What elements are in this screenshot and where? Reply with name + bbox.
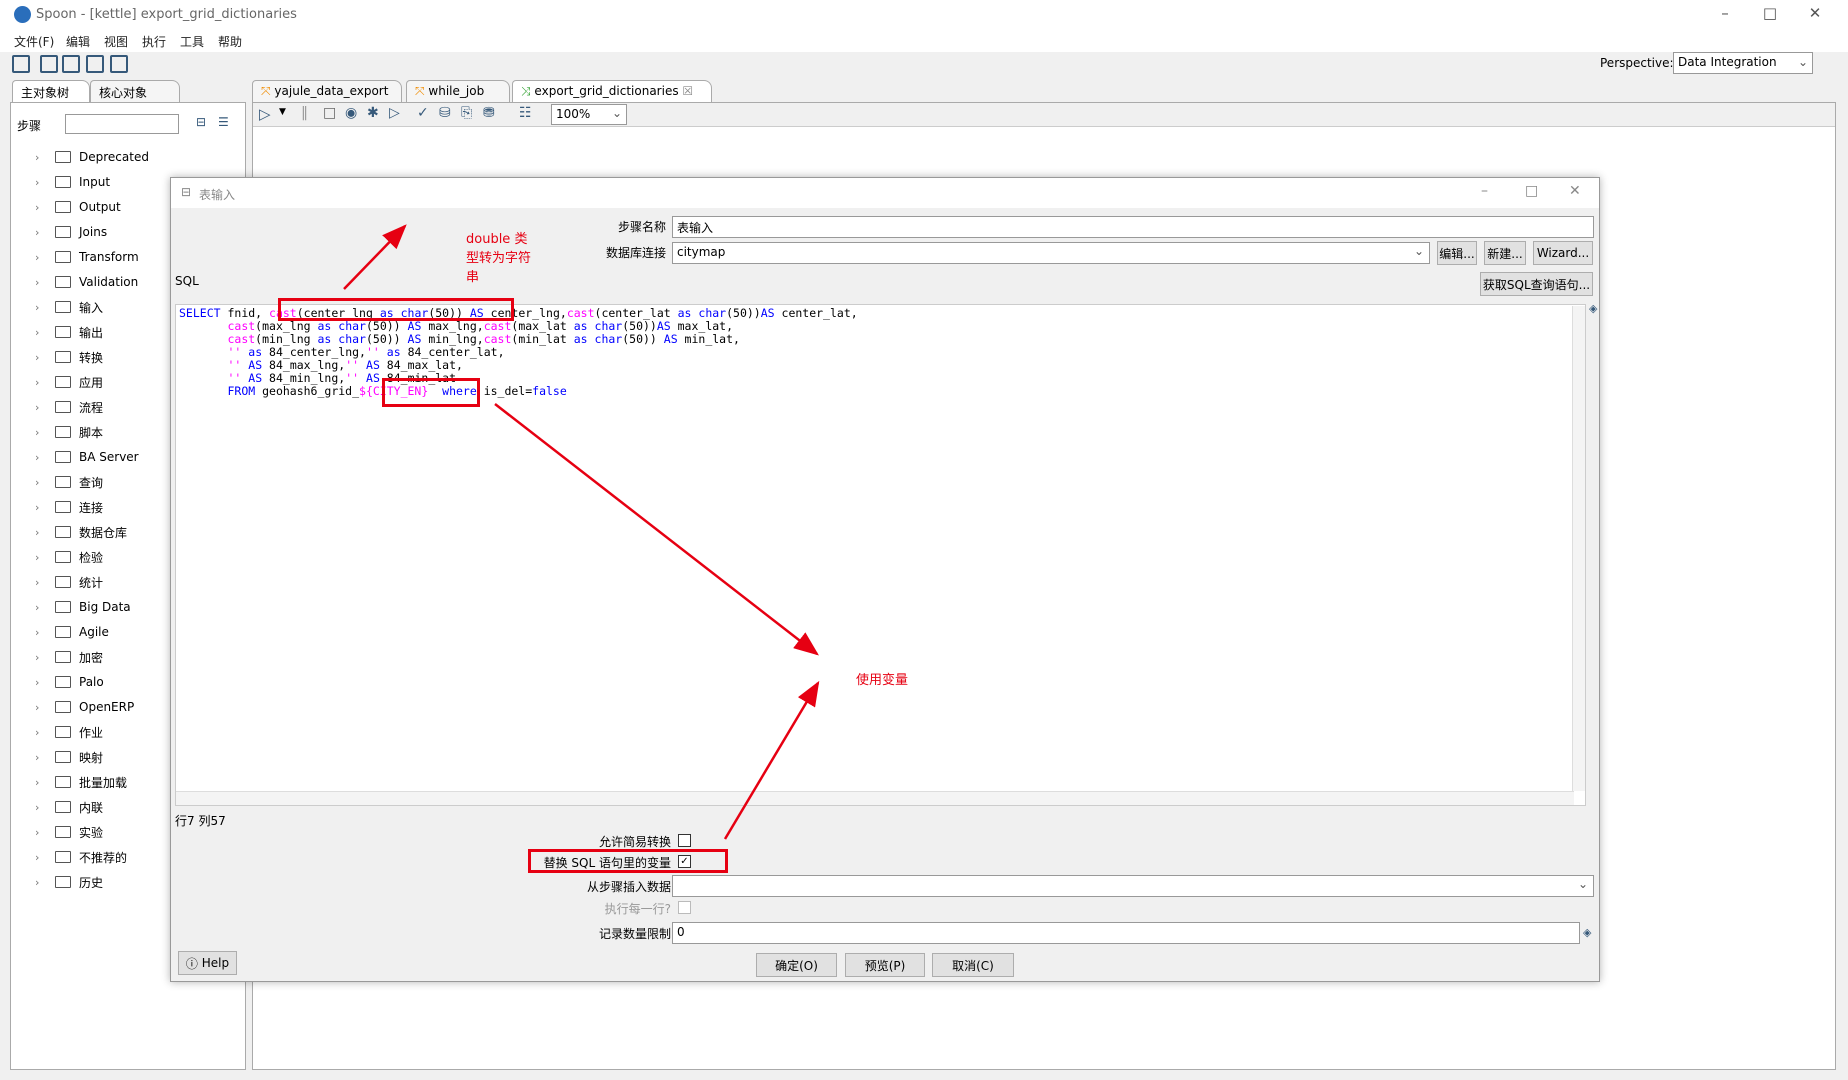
arrow-to-cast-note <box>343 224 407 290</box>
arrow-to-variable-note <box>494 403 819 656</box>
annotation-arrows <box>343 224 820 840</box>
arrow-from-replace-checkbox <box>723 680 820 840</box>
